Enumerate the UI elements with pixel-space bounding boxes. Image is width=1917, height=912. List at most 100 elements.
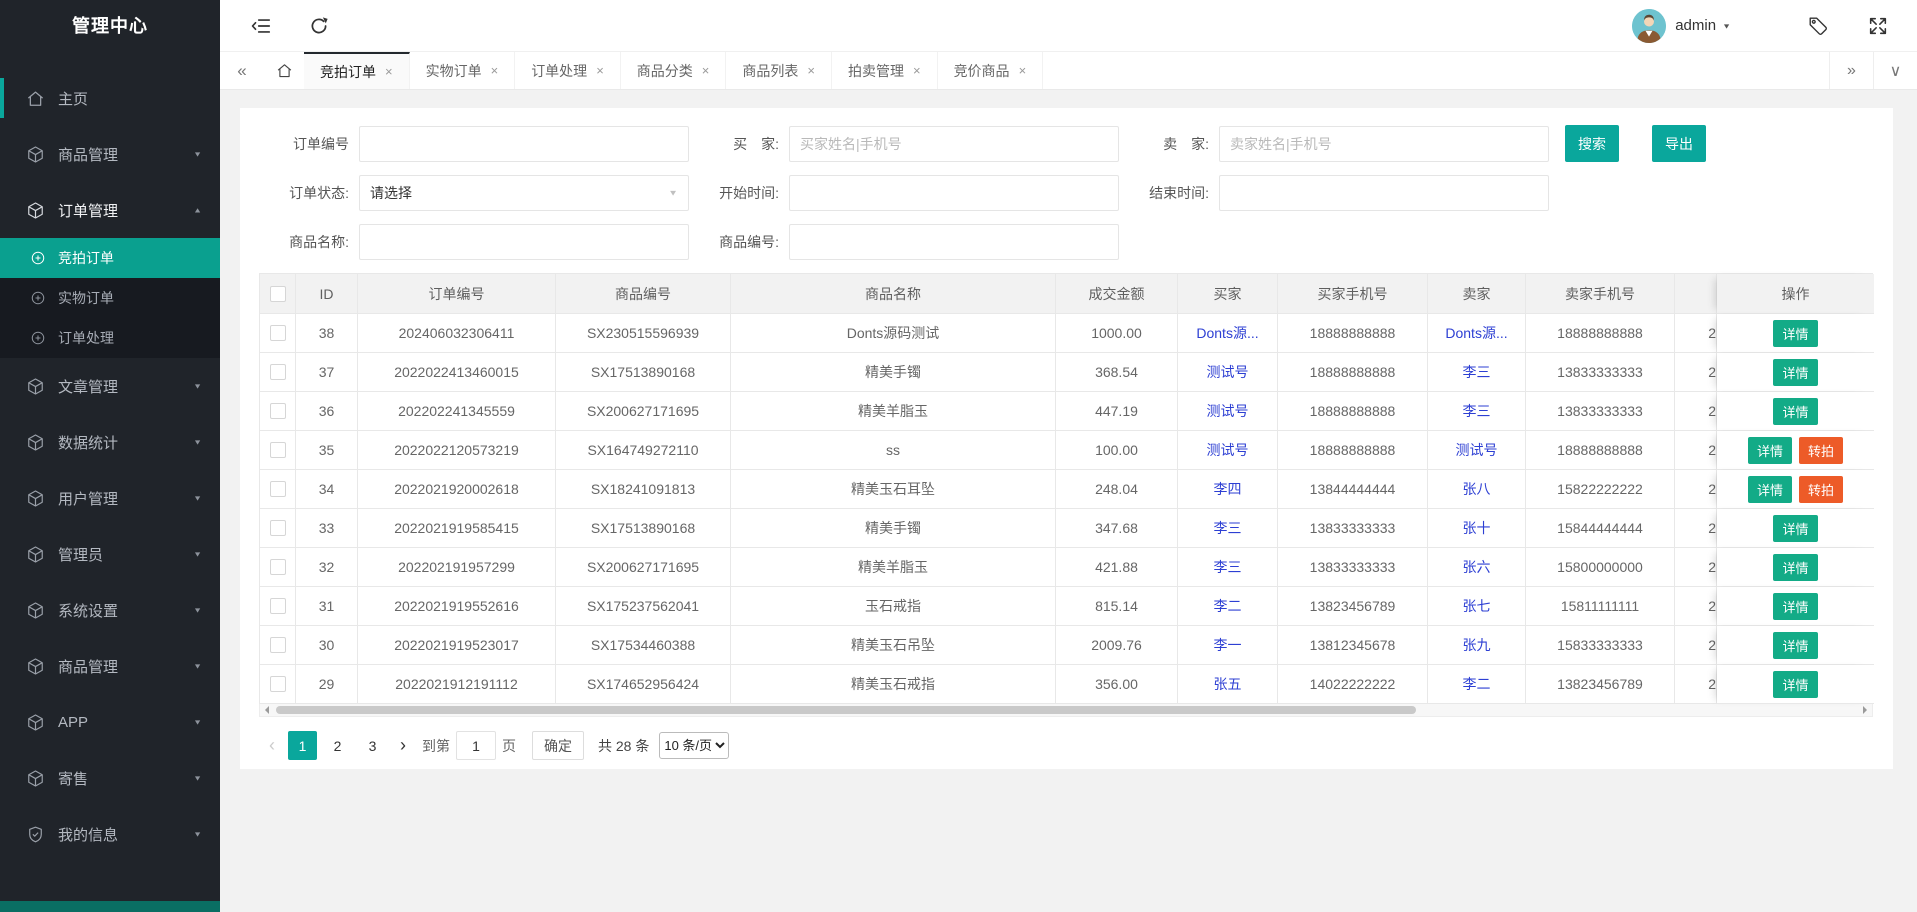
sidebar-item-consignment[interactable]: 寄售 ▼ — [0, 750, 220, 806]
buyer-link[interactable]: 李三 — [1178, 509, 1278, 548]
tabs-scroll-right-icon[interactable]: » — [1829, 52, 1873, 89]
sidebar-item-goods-management[interactable]: 商品管理 ▼ — [0, 126, 220, 182]
tab-product-categories[interactable]: 商品分类× — [621, 52, 727, 89]
tab-order-processing[interactable]: 订单处理× — [515, 52, 621, 89]
seller-link[interactable]: 张六 — [1428, 548, 1526, 587]
buyer-link[interactable]: 测试号 — [1178, 431, 1278, 470]
order-status-select[interactable]: 请选择 ▼ — [359, 175, 689, 211]
fullscreen-icon[interactable] — [1867, 15, 1889, 37]
buyer-link[interactable]: 李三 — [1178, 548, 1278, 587]
prev-page-icon[interactable]: ‹ — [259, 735, 285, 756]
user-name[interactable]: admin — [1675, 17, 1716, 34]
row-checkbox[interactable] — [270, 559, 286, 575]
avatar[interactable] — [1632, 9, 1666, 43]
row-checkbox[interactable] — [270, 520, 286, 536]
close-icon[interactable]: × — [596, 63, 604, 78]
seller-link[interactable]: Donts源... — [1428, 314, 1526, 353]
row-checkbox[interactable] — [270, 676, 286, 692]
sidebar-item-user-management[interactable]: 用户管理 ▼ — [0, 470, 220, 526]
page-button-2[interactable]: 2 — [323, 731, 352, 760]
goto-page-input[interactable] — [456, 731, 496, 760]
tab-home[interactable] — [264, 52, 304, 89]
buyer-input[interactable] — [789, 126, 1119, 162]
detail-button[interactable]: 详情 — [1773, 593, 1817, 620]
row-checkbox[interactable] — [270, 481, 286, 497]
close-icon[interactable]: × — [385, 64, 393, 79]
scrollbar-thumb[interactable] — [276, 706, 1416, 714]
seller-link[interactable]: 张七 — [1428, 587, 1526, 626]
tab-auction-management[interactable]: 拍卖管理× — [832, 52, 938, 89]
row-checkbox[interactable] — [270, 325, 286, 341]
scrollbar-left-arrow-icon[interactable] — [260, 704, 274, 716]
end-time-input[interactable] — [1219, 175, 1549, 211]
tag-icon[interactable] — [1807, 15, 1829, 37]
seller-link[interactable]: 李三 — [1428, 392, 1526, 431]
close-icon[interactable]: × — [1019, 63, 1027, 78]
page-button-1[interactable]: 1 — [288, 731, 317, 760]
seller-link[interactable]: 张八 — [1428, 470, 1526, 509]
detail-button[interactable]: 详情 — [1773, 320, 1817, 347]
scrollbar-right-arrow-icon[interactable] — [1858, 704, 1872, 716]
buyer-link[interactable]: 李二 — [1178, 587, 1278, 626]
buyer-link[interactable]: 测试号 — [1178, 392, 1278, 431]
seller-input[interactable] — [1219, 126, 1549, 162]
tab-auction-orders[interactable]: 竞拍订单× — [304, 52, 410, 89]
sidebar-item-system-settings[interactable]: 系统设置 ▼ — [0, 582, 220, 638]
buyer-link[interactable]: 张五 — [1178, 665, 1278, 704]
product-name-input[interactable] — [359, 224, 689, 260]
sidebar-item-home[interactable]: 主页 — [0, 70, 220, 126]
sidebar-item-my-info[interactable]: 我的信息 ▼ — [0, 806, 220, 862]
seller-link[interactable]: 张十 — [1428, 509, 1526, 548]
seller-link[interactable]: 李二 — [1428, 665, 1526, 704]
scrollbar-track[interactable] — [274, 704, 1858, 716]
next-page-icon[interactable]: › — [390, 735, 416, 756]
page-button-3[interactable]: 3 — [358, 731, 387, 760]
row-checkbox[interactable] — [270, 637, 286, 653]
search-button[interactable]: 搜索 — [1565, 125, 1619, 162]
resale-button[interactable]: 转拍 — [1799, 476, 1843, 503]
close-icon[interactable]: × — [913, 63, 921, 78]
buyer-link[interactable]: 李一 — [1178, 626, 1278, 665]
detail-button[interactable]: 详情 — [1773, 515, 1817, 542]
sidebar-item-data-statistics[interactable]: 数据统计 ▼ — [0, 414, 220, 470]
horizontal-scrollbar[interactable] — [259, 704, 1873, 717]
select-all-checkbox[interactable] — [270, 286, 286, 302]
buyer-link[interactable]: 测试号 — [1178, 353, 1278, 392]
row-checkbox[interactable] — [270, 364, 286, 380]
menu-fold-icon[interactable] — [250, 15, 272, 37]
seller-link[interactable]: 张九 — [1428, 626, 1526, 665]
resale-button[interactable]: 转拍 — [1799, 437, 1843, 464]
detail-button[interactable]: 详情 — [1773, 671, 1817, 698]
detail-button[interactable]: 详情 — [1773, 398, 1817, 425]
sidebar-item-physical-orders[interactable]: 实物订单 — [0, 278, 220, 318]
sidebar-item-order-management[interactable]: 订单管理 ▲ — [0, 182, 220, 238]
close-icon[interactable]: × — [807, 63, 815, 78]
detail-button[interactable]: 详情 — [1773, 632, 1817, 659]
row-checkbox[interactable] — [270, 403, 286, 419]
product-no-input[interactable] — [789, 224, 1119, 260]
buyer-link[interactable]: Donts源... — [1178, 314, 1278, 353]
row-checkbox[interactable] — [270, 598, 286, 614]
close-icon[interactable]: × — [702, 63, 710, 78]
detail-button[interactable]: 详情 — [1748, 437, 1792, 464]
sidebar-item-auction-orders[interactable]: 竞拍订单 — [0, 238, 220, 278]
seller-link[interactable]: 测试号 — [1428, 431, 1526, 470]
buyer-link[interactable]: 李四 — [1178, 470, 1278, 509]
sidebar-item-administrators[interactable]: 管理员 ▼ — [0, 526, 220, 582]
detail-button[interactable]: 详情 — [1773, 554, 1817, 581]
sidebar-item-order-processing[interactable]: 订单处理 — [0, 318, 220, 358]
row-checkbox[interactable] — [270, 442, 286, 458]
sidebar-item-article-management[interactable]: 文章管理 ▼ — [0, 358, 220, 414]
refresh-icon[interactable] — [308, 15, 330, 37]
seller-link[interactable]: 李三 — [1428, 353, 1526, 392]
detail-button[interactable]: 详情 — [1773, 359, 1817, 386]
tabs-scroll-left-icon[interactable]: « — [220, 52, 264, 89]
sidebar-item-app[interactable]: APP ▼ — [0, 694, 220, 750]
tab-product-list[interactable]: 商品列表× — [726, 52, 832, 89]
sidebar-item-goods-management-2[interactable]: 商品管理 ▼ — [0, 638, 220, 694]
detail-button[interactable]: 详情 — [1748, 476, 1792, 503]
tab-physical-orders[interactable]: 实物订单× — [410, 52, 516, 89]
tabs-menu-icon[interactable]: ∨ — [1873, 52, 1917, 89]
export-button[interactable]: 导出 — [1652, 125, 1706, 162]
close-icon[interactable]: × — [491, 63, 499, 78]
